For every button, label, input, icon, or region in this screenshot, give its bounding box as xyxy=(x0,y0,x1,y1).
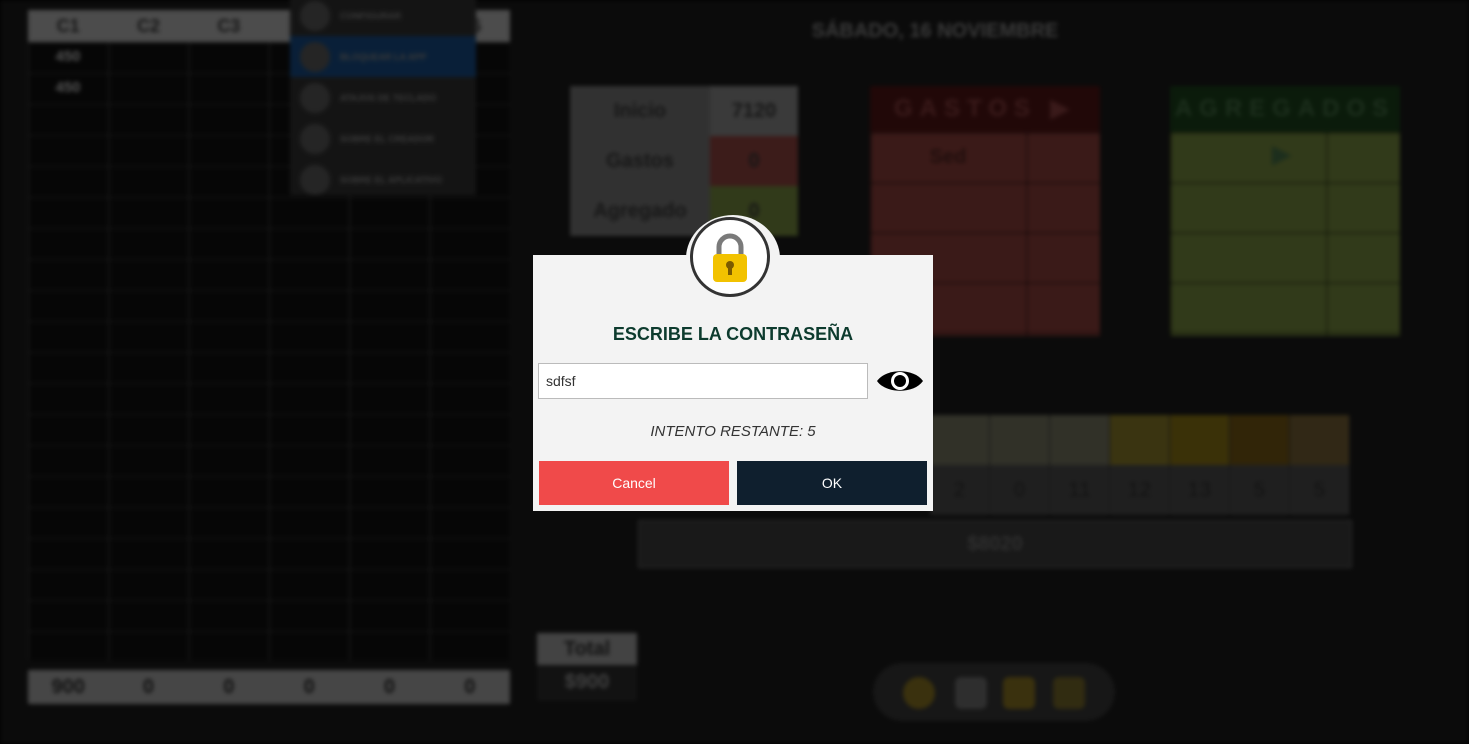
lock-icon xyxy=(690,217,770,297)
ok-button[interactable]: OK xyxy=(737,461,927,505)
eye-icon[interactable] xyxy=(874,364,926,398)
lock-badge xyxy=(686,215,780,302)
password-input[interactable] xyxy=(538,363,868,399)
attempts-remaining: INTENTO RESTANTE: 5 xyxy=(650,423,816,440)
cancel-button[interactable]: Cancel xyxy=(539,461,729,505)
dialog-title: ESCRIBE LA CONTRASEÑA xyxy=(612,324,854,344)
